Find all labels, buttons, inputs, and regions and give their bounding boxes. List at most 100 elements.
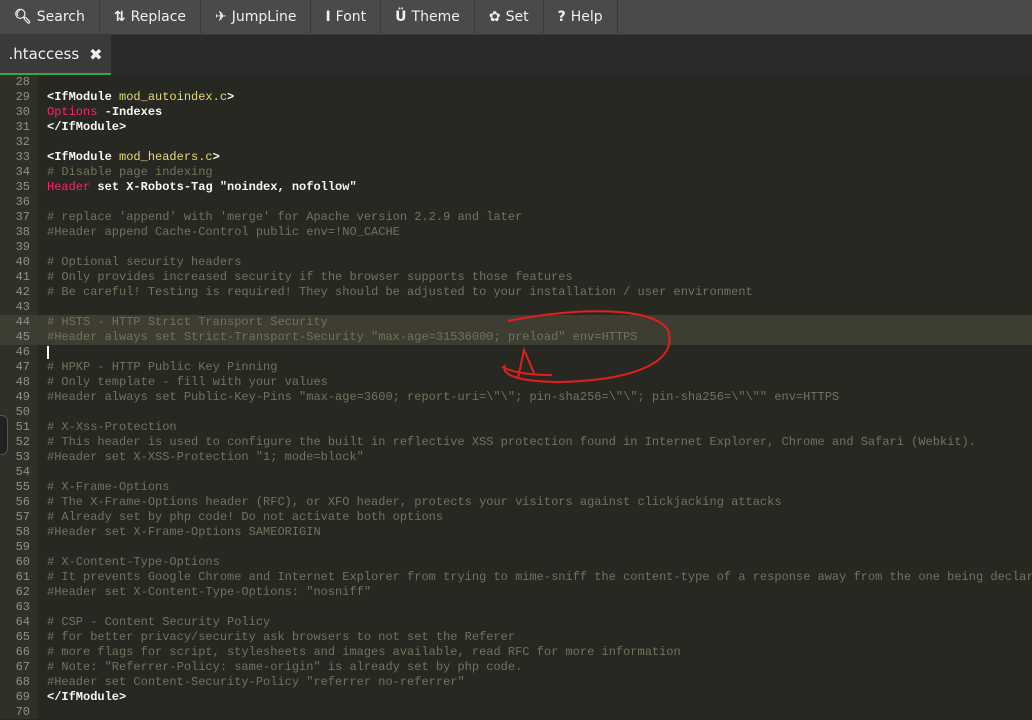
code-line[interactable]: 66 # more flags for script, stylesheets a…: [0, 645, 1032, 660]
line-code: # Optional security headers: [47, 255, 241, 270]
code-line[interactable]: 45 #Header always set Strict-Transport-Se…: [0, 330, 1032, 345]
line-code: # Only template - fill with your values: [47, 375, 328, 390]
set-icon: ✿: [488, 9, 501, 25]
close-icon[interactable]: ✖: [89, 45, 102, 64]
code-line[interactable]: 62 #Header set X-Content-Type-Options: "n…: [0, 585, 1032, 600]
line-code: # Be careful! Testing is required! They …: [47, 285, 753, 300]
token-comment: #Header set X-XSS-Protection "1; mode=bl…: [47, 450, 364, 464]
code-line[interactable]: 61 # It prevents Google Chrome and Intern…: [0, 570, 1032, 585]
jumpline-button[interactable]: ✈︎ JumpLine: [201, 0, 312, 34]
code-line[interactable]: 64 # CSP - Content Security Policy: [0, 615, 1032, 630]
line-code: #Header append Cache-Control public env=…: [47, 225, 400, 240]
theme-button[interactable]: Ü Theme: [381, 0, 475, 34]
code-line[interactable]: 32: [0, 135, 1032, 150]
font-button[interactable]: I Font: [311, 0, 382, 34]
code-line[interactable]: 51 # X-Xss-Protection: [0, 420, 1032, 435]
code-line[interactable]: 33 <IfModule mod_headers.c>: [0, 150, 1032, 165]
code-line[interactable]: 50: [0, 405, 1032, 420]
line-code: # X-Xss-Protection: [47, 420, 177, 435]
line-number: 49: [15, 390, 30, 404]
token-comment: # more flags for script, stylesheets and…: [47, 645, 681, 659]
file-tab-htaccess[interactable]: .htaccess ✖: [0, 35, 111, 76]
code-lines[interactable]: 28 29 <IfModule mod_autoindex.c> 30 Options …: [0, 75, 1032, 720]
text-cursor: [47, 346, 49, 359]
line-number: 41: [15, 270, 30, 284]
line-code: <IfModule mod_headers.c>: [47, 150, 220, 165]
line-number: 30: [15, 105, 30, 119]
code-line[interactable]: 68 #Header set Content-Security-Policy "r…: [0, 675, 1032, 690]
set-button[interactable]: ✿ Set: [475, 0, 544, 34]
line-number: 44: [15, 315, 30, 329]
code-line[interactable]: 59: [0, 540, 1032, 555]
line-number: 60: [15, 555, 30, 569]
code-line[interactable]: 53 #Header set X-XSS-Protection "1; mode=…: [0, 450, 1032, 465]
code-line[interactable]: 30 Options -Indexes: [0, 105, 1032, 120]
line-code: #Header set X-XSS-Protection "1; mode=bl…: [47, 450, 364, 465]
line-number: 68: [15, 675, 30, 689]
line-code: # replace 'append' with 'merge' for Apac…: [47, 210, 522, 225]
code-editor[interactable]: 28 29 <IfModule mod_autoindex.c> 30 Options …: [0, 75, 1032, 719]
token-comment: # replace 'append' with 'merge' for Apac…: [47, 210, 523, 224]
tab-label: .htaccess: [8, 45, 80, 63]
code-line[interactable]: 42 # Be careful! Testing is required! The…: [0, 285, 1032, 300]
code-line[interactable]: 35 Header set X-Robots-Tag "noindex, nofo…: [0, 180, 1032, 195]
code-line[interactable]: 57 # Already set by php code! Do not acti…: [0, 510, 1032, 525]
line-code: # Note: "Referrer-Policy: same-origin" i…: [47, 660, 522, 675]
code-line[interactable]: 60 # X-Content-Type-Options: [0, 555, 1032, 570]
jumpline-icon: ✈︎: [215, 9, 227, 25]
line-number: 64: [15, 615, 30, 629]
code-line[interactable]: 36: [0, 195, 1032, 210]
search-button[interactable]: 🔍︎ Search: [0, 0, 100, 34]
code-line[interactable]: 69 </IfModule>: [0, 690, 1032, 705]
replace-button[interactable]: ⇅ Replace: [100, 0, 202, 34]
code-line[interactable]: 63: [0, 600, 1032, 615]
code-line[interactable]: 54: [0, 465, 1032, 480]
code-line[interactable]: 29 <IfModule mod_autoindex.c>: [0, 90, 1032, 105]
token-comment: # Already set by php code! Do not activa…: [47, 510, 444, 524]
code-line[interactable]: 47 # HPKP - HTTP Public Key Pinning: [0, 360, 1032, 375]
token-text: >: [212, 150, 220, 164]
code-line[interactable]: 44 # HSTS - HTTP Strict Transport Securit…: [0, 315, 1032, 330]
replace-icon: ⇅: [113, 9, 126, 25]
help-button[interactable]: ? Help: [544, 0, 618, 34]
code-line[interactable]: 41 # Only provides increased security if …: [0, 270, 1032, 285]
code-line[interactable]: 49 #Header always set Public-Key-Pins "ma…: [0, 390, 1032, 405]
line-code: # Only provides increased security if th…: [47, 270, 573, 285]
line-code: #Header set X-Frame-Options SAMEORIGIN: [47, 525, 321, 540]
code-line[interactable]: 43: [0, 300, 1032, 315]
token-keyword: Options: [47, 105, 98, 119]
token-text: -Indexes: [97, 105, 163, 119]
code-line[interactable]: 38 #Header append Cache-Control public en…: [0, 225, 1032, 240]
font-icon: I: [325, 9, 331, 25]
toolbar: 🔍︎ Search ⇅ Replace ✈︎ JumpLine I Font Ü Theme ✿ Se…: [0, 0, 1032, 35]
line-number: 33: [15, 150, 30, 164]
code-line[interactable]: 34 # Disable page indexing: [0, 165, 1032, 180]
code-line[interactable]: 46: [0, 345, 1032, 360]
code-line[interactable]: 52 # This header is used to configure the…: [0, 435, 1032, 450]
line-number: 67: [15, 660, 30, 674]
code-line[interactable]: 40 # Optional security headers: [0, 255, 1032, 270]
code-line[interactable]: 48 # Only template - fill with your value…: [0, 375, 1032, 390]
line-code: #Header set X-Content-Type-Options: "nos…: [47, 585, 371, 600]
side-panel-handle[interactable]: [0, 415, 8, 455]
line-number: 47: [15, 360, 30, 374]
line-number: 65: [15, 630, 30, 644]
code-line[interactable]: 37 # replace 'append' with 'merge' for Ap…: [0, 210, 1032, 225]
code-line[interactable]: 58 #Header set X-Frame-Options SAMEORIGIN: [0, 525, 1032, 540]
code-line[interactable]: 70: [0, 705, 1032, 720]
code-line[interactable]: 31 </IfModule>: [0, 120, 1032, 135]
code-line[interactable]: 55 # X-Frame-Options: [0, 480, 1032, 495]
line-number: 32: [15, 135, 30, 149]
line-number: 28: [15, 75, 30, 89]
token-comment: # The X-Frame-Options header (RFC), or X…: [47, 495, 782, 509]
code-line[interactable]: 56 # The X-Frame-Options header (RFC), or…: [0, 495, 1032, 510]
code-line[interactable]: 39: [0, 240, 1032, 255]
code-line[interactable]: 28: [0, 75, 1032, 90]
line-code: # CSP - Content Security Policy: [47, 615, 270, 630]
line-code: # HPKP - HTTP Public Key Pinning: [47, 360, 277, 375]
code-line[interactable]: 65 # for better privacy/security ask brow…: [0, 630, 1032, 645]
code-line[interactable]: 67 # Note: "Referrer-Policy: same-origin"…: [0, 660, 1032, 675]
line-number: 35: [15, 180, 30, 194]
jumpline-label: JumpLine: [231, 9, 297, 25]
line-number: 56: [15, 495, 30, 509]
